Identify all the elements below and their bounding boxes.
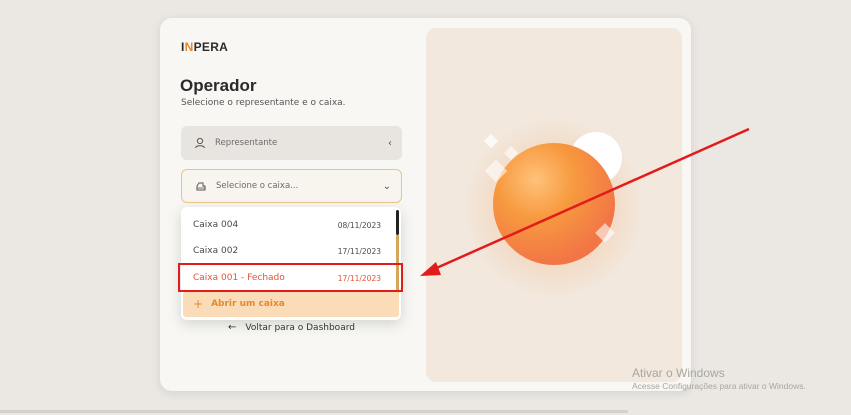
bottom-edge <box>0 410 628 413</box>
windows-activation-watermark: Ativar o Windows Acesse Configurações pa… <box>632 366 806 391</box>
watermark-subtitle: Acesse Configurações para ativar o Windo… <box>632 381 806 391</box>
watermark-title: Ativar o Windows <box>632 366 725 380</box>
annotation-arrow <box>420 127 750 276</box>
